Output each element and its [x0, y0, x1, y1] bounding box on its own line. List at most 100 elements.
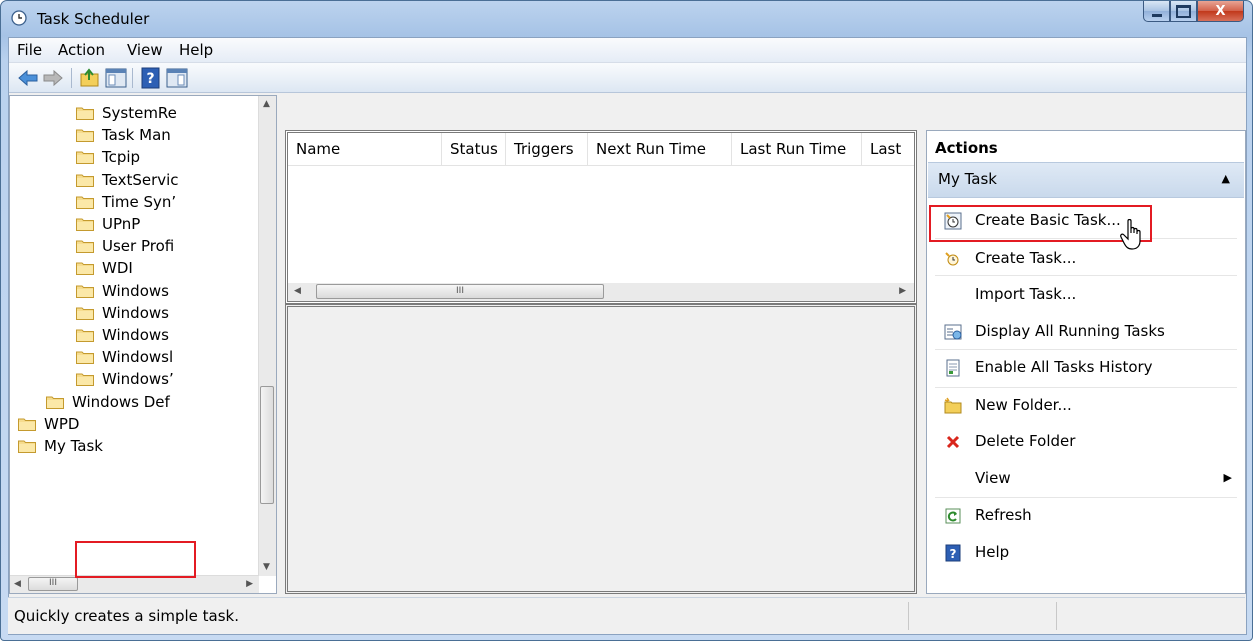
action-label: New Folder... — [975, 396, 1072, 414]
toolbar: ? — [9, 63, 1246, 93]
tree-item[interactable]: WPD — [18, 413, 79, 435]
menu-view[interactable]: View — [127, 41, 163, 59]
action-view[interactable]: View ▶ — [928, 464, 1244, 494]
actions-pane: Actions My Task ▲ Create Basic Task... Cr… — [926, 130, 1246, 594]
tree-item-label: TextServic — [102, 170, 179, 189]
help-icon[interactable]: ? — [140, 67, 162, 89]
column-triggers[interactable]: Triggers — [506, 133, 588, 165]
tree-item-label: WPD — [44, 414, 80, 433]
folder-icon — [76, 218, 94, 231]
tree-vertical-scrollbar[interactable]: ▲ ▼ — [258, 96, 276, 576]
column-last-result[interactable]: Last — [862, 133, 914, 165]
tree-scroll-thumb[interactable] — [260, 386, 274, 504]
refresh-icon — [945, 508, 961, 524]
folder-icon — [76, 307, 94, 320]
action-label: Create Task... — [975, 249, 1077, 267]
tree-item[interactable]: My Task — [18, 435, 103, 457]
column-status[interactable]: Status — [442, 133, 506, 165]
delete-icon — [946, 435, 960, 449]
show-hide-console-tree-icon[interactable] — [105, 67, 127, 89]
menu-help[interactable]: Help — [179, 41, 213, 59]
show-hide-action-pane-icon[interactable] — [166, 67, 188, 89]
folder-icon — [76, 351, 94, 365]
folder-icon — [76, 329, 94, 342]
folder-icon — [76, 285, 94, 298]
hand-cursor-icon — [1120, 219, 1141, 250]
actions-title: Actions — [935, 139, 998, 157]
forward-arrow-icon[interactable] — [42, 67, 64, 89]
scroll-left-icon[interactable]: ◀ — [14, 579, 21, 589]
folder-icon — [76, 373, 94, 387]
svg-text:?: ? — [146, 71, 154, 87]
tree-item[interactable]: WDI — [76, 257, 133, 279]
tree-item[interactable]: User Profi — [76, 235, 174, 257]
task-list-horizontal-scrollbar[interactable]: ◀ III ▶ — [288, 283, 914, 301]
action-enable-all-tasks-history[interactable]: Enable All Tasks History — [928, 353, 1244, 383]
action-create-basic-task[interactable]: Create Basic Task... — [928, 206, 1244, 236]
svg-text:?: ? — [950, 547, 957, 561]
tree-item[interactable]: Windowsl — [76, 346, 173, 368]
task-list-scroll-thumb[interactable]: III — [316, 284, 604, 299]
action-import-task[interactable]: Import Task... — [928, 280, 1244, 310]
action-delete-folder[interactable]: Delete Folder — [928, 427, 1244, 457]
tree-item[interactable]: TextServic — [76, 169, 179, 191]
tree-item-label: Windowsl — [102, 348, 174, 367]
collapse-arrow-icon[interactable]: ▲ — [1222, 172, 1230, 185]
action-display-all-running-tasks[interactable]: Display All Running Tasks — [928, 317, 1244, 347]
tree-item[interactable]: Windows — [76, 280, 169, 302]
folder-icon — [46, 396, 64, 409]
close-button[interactable]: X — [1197, 1, 1244, 22]
tree-hscroll-thumb[interactable]: III — [28, 577, 78, 591]
tree-item[interactable]: UPnP — [76, 213, 140, 235]
actions-section-my-task[interactable]: My Task ▲ — [928, 162, 1244, 198]
tree-item[interactable]: Windows’ — [76, 368, 174, 390]
status-bar: Quickly creates a simple task. — [8, 597, 1245, 634]
folder-up-icon[interactable] — [79, 67, 101, 89]
menu-file[interactable]: File — [17, 41, 42, 59]
folder-icon — [18, 440, 36, 453]
menu-bar: File Action View Help — [9, 38, 1246, 63]
action-new-folder[interactable]: New Folder... — [928, 391, 1244, 421]
tree-item-label: Windows — [102, 303, 169, 322]
menu-action[interactable]: Action — [58, 41, 105, 59]
tree-item-label: SystemRe — [102, 104, 177, 122]
column-name[interactable]: Name — [288, 133, 442, 165]
scroll-left-icon[interactable]: ◀ — [294, 286, 301, 296]
back-arrow-icon[interactable] — [17, 67, 39, 89]
console-tree[interactable]: SystemRe Task Man Tcpip TextServic Time Syn’… — [9, 95, 277, 594]
scroll-right-icon[interactable]: ▶ — [246, 579, 253, 589]
tree-item-label: UPnP — [102, 215, 141, 233]
title-bar[interactable]: Task Scheduler X — [1, 1, 1252, 37]
scroll-down-icon[interactable]: ▼ — [263, 562, 270, 572]
tasks-history-icon — [946, 359, 960, 377]
action-help[interactable]: ? Help — [928, 538, 1244, 568]
folder-icon — [76, 240, 94, 254]
actions-section-label: My Task — [938, 170, 997, 188]
tree-horizontal-scrollbar[interactable]: ◀ III ▶ — [10, 575, 259, 593]
scroll-up-icon[interactable]: ▲ — [263, 99, 270, 109]
tree-item[interactable]: Time Syn’ — [76, 191, 176, 213]
tree-item[interactable]: Tcpip — [76, 146, 140, 168]
action-refresh[interactable]: Refresh — [928, 501, 1244, 531]
folder-icon — [76, 151, 94, 165]
folder-icon — [18, 418, 36, 431]
action-label: Help — [975, 543, 1010, 561]
action-label: Import Task... — [975, 285, 1077, 303]
column-next-run-time[interactable]: Next Run Time — [588, 133, 732, 165]
tree-item[interactable]: Windows — [76, 302, 169, 324]
tree-item[interactable]: Windows Def — [46, 391, 170, 413]
tree-item[interactable]: Windows — [76, 324, 169, 346]
status-text: Quickly creates a simple task. — [14, 607, 240, 625]
tree-item[interactable]: SystemRe — [76, 102, 177, 124]
tree-item-label: Windows Def — [72, 392, 170, 411]
minimize-button[interactable] — [1143, 1, 1170, 22]
folder-icon — [76, 174, 94, 187]
scroll-right-icon[interactable]: ▶ — [899, 286, 906, 296]
folder-icon — [76, 129, 94, 143]
tree-item[interactable]: Task Man — [76, 124, 171, 146]
action-create-task[interactable]: Create Task... — [928, 244, 1244, 274]
action-label: Refresh — [975, 506, 1032, 524]
task-list[interactable]: Name Status Triggers Next Run Time Last … — [285, 130, 917, 304]
column-last-run-time[interactable]: Last Run Time — [732, 133, 862, 165]
maximize-button[interactable] — [1170, 1, 1197, 22]
